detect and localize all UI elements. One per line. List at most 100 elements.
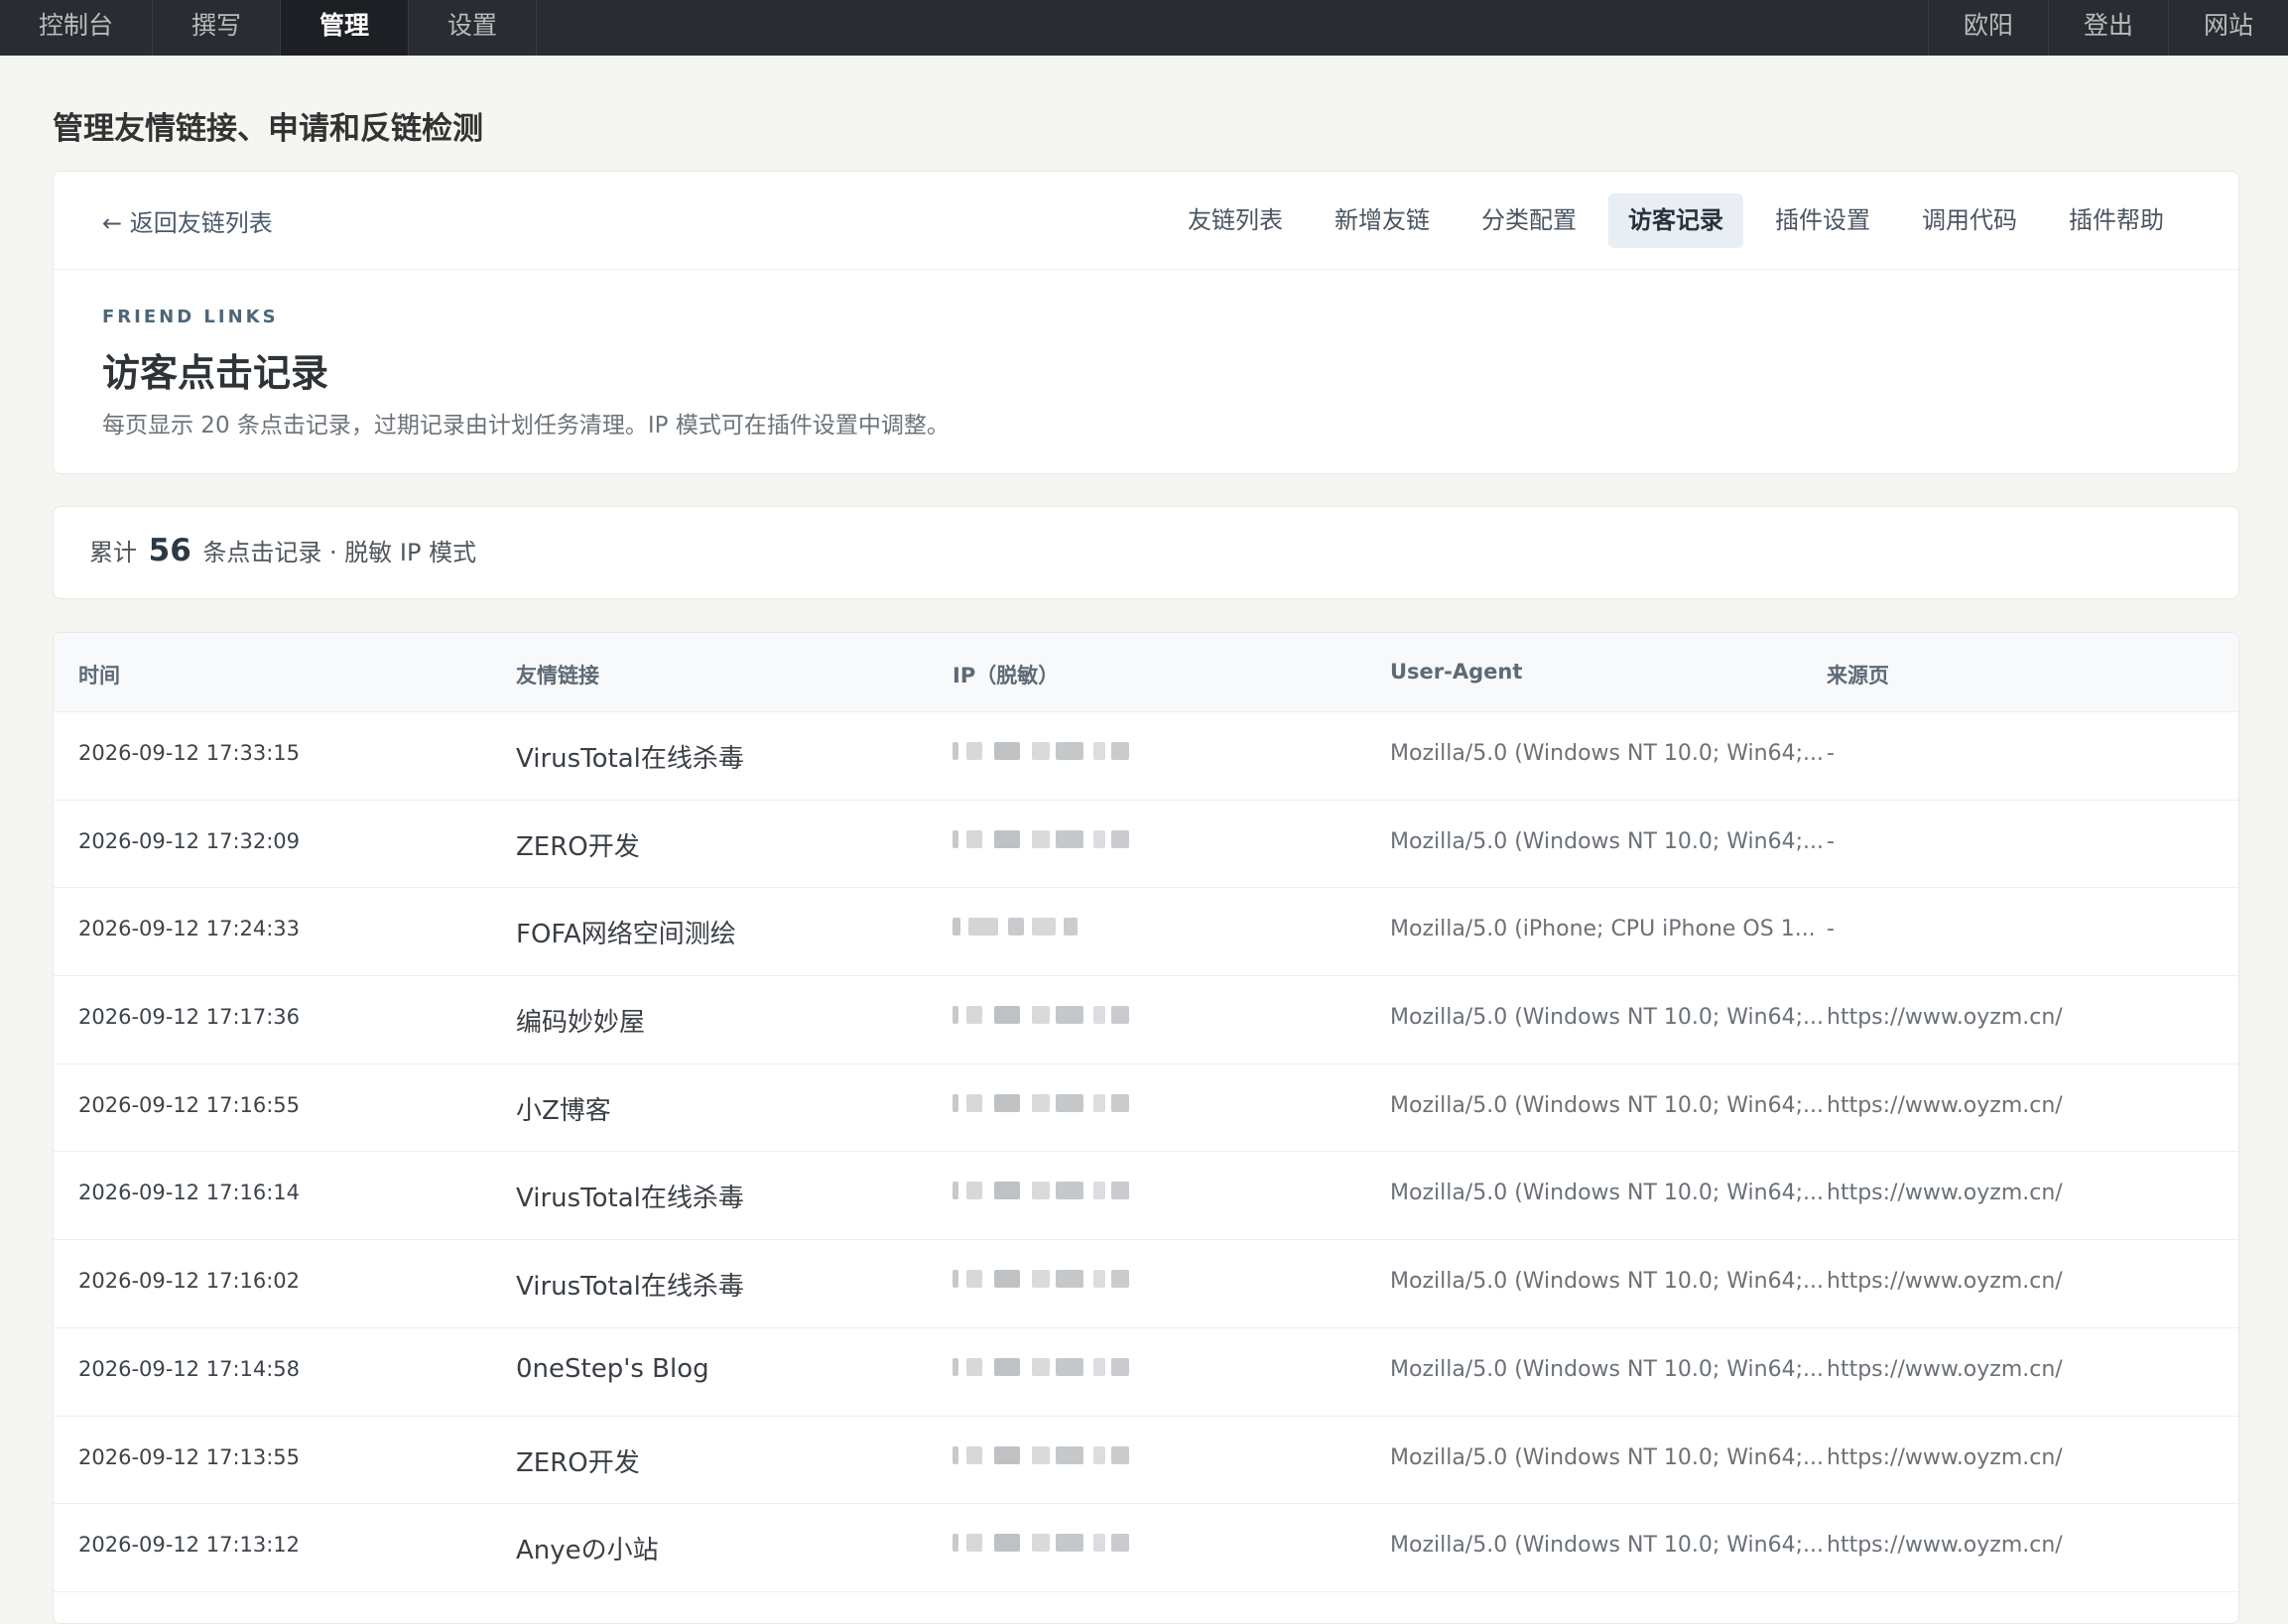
nav-settings[interactable]: 设置 — [409, 0, 538, 56]
referrer-url: - — [1827, 917, 1835, 942]
visit-time: 2026-09-12 17:32:09 — [78, 828, 301, 853]
back-to-links-link[interactable]: ← 返回友链列表 — [102, 203, 273, 238]
ip-mask-block — [1032, 1534, 1050, 1553]
ip-mask-block — [1032, 1182, 1050, 1200]
visit-time: 2026-09-12 17:16:14 — [78, 1181, 301, 1205]
masked-ip — [953, 908, 1191, 954]
page-title: 管理友情链接、申请和反链检测 — [53, 111, 483, 147]
ip-mask-block — [1111, 1534, 1129, 1553]
ip-mask-block — [1056, 742, 1083, 760]
ip-mask-block — [1093, 829, 1105, 848]
tab-embed-code[interactable]: 调用代码 — [1902, 193, 2037, 248]
referrer-url: - — [1827, 828, 1835, 854]
ip-mask-block — [953, 1445, 958, 1464]
friend-link-name: ZERO开发 — [516, 1447, 640, 1478]
top-nav-left: 控制台 撰写 管理 设置 — [0, 0, 538, 56]
tab-plugin-settings[interactable]: 插件设置 — [1755, 193, 1890, 248]
column-header-time: 时间 — [78, 664, 120, 687]
ip-mask-block — [1093, 1182, 1105, 1200]
masked-ip — [953, 1172, 1191, 1218]
click-summary: 累计 56 条点击记录 · 脱敏 IP 模式 — [89, 533, 476, 568]
column-header-referrer: 来源页 — [1827, 664, 1889, 687]
referrer-url: https://www.oyzm.cn/ — [1827, 1533, 2063, 1559]
referrer-url: - — [1827, 741, 1835, 766]
referrer-url: https://www.oyzm.cn/ — [1827, 1269, 2063, 1295]
ip-mask-block — [994, 1182, 1020, 1200]
ip-mask-block — [994, 742, 1020, 760]
click-count: 56 — [148, 533, 191, 568]
ip-mask-block — [1111, 1357, 1129, 1376]
plugin-tabs: 友链列表 新增友链 分类配置 访客记录 插件设置 调用代码 插件帮助 — [1156, 193, 2184, 248]
ip-mask-block — [994, 1357, 1020, 1376]
ip-mask-block — [953, 829, 958, 848]
masked-ip — [953, 1524, 1191, 1570]
ip-mask-block — [1093, 1093, 1105, 1112]
table-row: 2026-09-12 17:14:58 0neStep's Blog Mozilla… — [54, 1328, 2238, 1417]
ip-mask-block — [966, 829, 982, 848]
ip-mask-block — [994, 829, 1020, 848]
ip-mask-block — [1032, 1270, 1050, 1289]
tab-add-link[interactable]: 新增友链 — [1315, 193, 1450, 248]
ip-mask-block — [1093, 742, 1105, 760]
ip-mask-block — [1064, 918, 1078, 937]
friend-link-name: VirusTotal在线杀毒 — [516, 1272, 744, 1303]
user-agent: Mozilla/5.0 (Windows NT 10.0; Win64;... — [1390, 1092, 1824, 1118]
ip-mask-block — [1111, 829, 1129, 848]
ip-mask-block — [1032, 829, 1050, 848]
tab-plugin-help[interactable]: 插件帮助 — [2049, 193, 2184, 248]
summary-suffix: 条点击记录 · 脱敏 IP 模式 — [202, 539, 477, 566]
ip-mask-block — [966, 1357, 982, 1376]
section-description: 每页显示 20 条点击记录，过期记录由计划任务清理。IP 模式可在插件设置中调整… — [102, 413, 950, 438]
ip-mask-block — [1093, 1445, 1105, 1464]
plugin-subnav: ← 返回友链列表 友链列表 新增友链 分类配置 访客记录 插件设置 调用代码 插… — [54, 172, 2238, 270]
ip-mask-block — [1056, 1445, 1083, 1464]
ip-mask-block — [1056, 1357, 1083, 1376]
column-header-link: 友情链接 — [516, 664, 599, 687]
ip-mask-block — [1032, 742, 1050, 760]
user-agent: Mozilla/5.0 (Windows NT 10.0; Win64;... — [1390, 1444, 1824, 1470]
referrer-url: https://www.oyzm.cn/ — [1827, 1181, 2063, 1206]
ip-mask-block — [1056, 1534, 1083, 1553]
ip-mask-block — [1111, 1006, 1129, 1025]
user-agent: Mozilla/5.0 (Windows NT 10.0; Win64;... — [1390, 1005, 1824, 1031]
nav-manage[interactable]: 管理 — [281, 0, 410, 56]
ip-mask-block — [953, 742, 958, 760]
friend-link-name: Anyeの小站 — [516, 1536, 659, 1566]
ip-mask-block — [966, 1006, 982, 1025]
ip-mask-block — [1093, 1357, 1105, 1376]
referrer-url: https://www.oyzm.cn/ — [1827, 1005, 2063, 1031]
nav-dashboard[interactable]: 控制台 — [0, 0, 154, 56]
table-row: 2026-09-12 17:16:02 VirusTotal在线杀毒 Mozilla… — [54, 1240, 2238, 1328]
ip-mask-block — [966, 1445, 982, 1464]
nav-user[interactable]: 欧阳 — [1927, 0, 2048, 56]
table-header: 时间 友情链接 IP（脱敏） User-Agent 来源页 — [54, 633, 2238, 712]
nav-logout[interactable]: 登出 — [2047, 0, 2168, 56]
table-row: 2026-09-12 17:13:55 ZERO开发 Mozilla/5.0 (Wi… — [54, 1417, 2238, 1505]
user-agent: Mozilla/5.0 (Windows NT 10.0; Win64;... — [1390, 828, 1824, 854]
ip-mask-block — [1111, 1093, 1129, 1112]
ip-mask-block — [953, 1357, 958, 1376]
visit-time: 2026-09-12 17:16:55 — [78, 1092, 301, 1117]
section-eyebrow: FRIEND LINKS — [102, 307, 279, 327]
masked-ip — [953, 819, 1191, 866]
ip-mask-block — [966, 1182, 982, 1200]
ip-mask-block — [1056, 1093, 1083, 1112]
ip-mask-block — [953, 1534, 958, 1553]
tab-link-list[interactable]: 友链列表 — [1168, 193, 1303, 248]
nav-write[interactable]: 撰写 — [153, 0, 282, 56]
nav-site[interactable]: 网站 — [2167, 0, 2288, 56]
masked-ip — [953, 1083, 1191, 1130]
tab-visit-log[interactable]: 访客记录 — [1608, 193, 1743, 248]
friend-link-name: 编码妙妙屋 — [516, 1008, 646, 1039]
column-header-ip: IP（脱敏） — [953, 664, 1060, 687]
summary-card: 累计 56 条点击记录 · 脱敏 IP 模式 — [53, 506, 2239, 599]
ip-mask-block — [1056, 829, 1083, 848]
ip-mask-block — [1032, 1093, 1050, 1112]
friend-link-name: 小Z博客 — [516, 1095, 611, 1126]
friend-link-name: VirusTotal在线杀毒 — [516, 1184, 744, 1214]
user-agent: Mozilla/5.0 (Windows NT 10.0; Win64;... — [1390, 1269, 1824, 1295]
ip-mask-block — [953, 918, 960, 937]
tab-category-config[interactable]: 分类配置 — [1462, 193, 1596, 248]
ip-mask-block — [994, 1006, 1020, 1025]
ip-mask-block — [966, 742, 982, 760]
